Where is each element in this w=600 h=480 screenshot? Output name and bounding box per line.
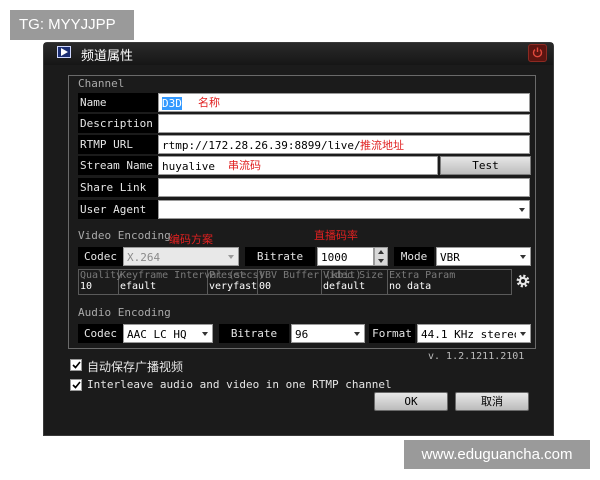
video-encoding-section-title: Video Encoding (78, 229, 171, 242)
description-label: Description (78, 114, 158, 133)
param-value: no data (389, 281, 432, 292)
chevron-down-icon[interactable] (350, 325, 364, 342)
share-link-input[interactable] (158, 178, 530, 197)
watermark-site-badge: www.eduguancha.com (404, 440, 590, 469)
param-value: 10 (80, 281, 93, 292)
video-mode-value: VBR (440, 251, 460, 264)
channel-section-title: Channel (78, 77, 125, 90)
spin-down-icon[interactable] (375, 257, 387, 265)
param-preset[interactable]: Preset veryfast (208, 270, 258, 294)
param-value: 00 (259, 281, 272, 292)
description-input[interactable] (158, 114, 530, 133)
video-encoding-annotation: 编码方案 (169, 233, 213, 246)
audio-format-dropdown[interactable]: 44.1 KHz stereo (417, 324, 531, 343)
autosave-label: 自动保存广播视频 (87, 360, 184, 374)
power-close-icon[interactable] (528, 44, 547, 62)
audio-bitrate-dropdown[interactable]: 96 (291, 324, 365, 343)
interleave-checkbox[interactable] (70, 379, 82, 391)
video-params-grid[interactable]: Quality 10 Keyframe Interval (secs) efau… (78, 269, 512, 295)
ok-button[interactable]: OK (374, 392, 448, 411)
stream-name-annotation: 串流码 (228, 159, 261, 172)
window-title: 频道属性 (81, 49, 134, 64)
video-codec-dropdown[interactable]: X.264 (123, 247, 239, 266)
audio-codec-dropdown[interactable]: AAC LC HQ (123, 324, 213, 343)
chevron-down-icon[interactable] (516, 325, 530, 342)
rtmp-url-input[interactable]: rtmp://172.28.26.39:8899/live/ (158, 135, 530, 154)
param-value: veryfast (209, 281, 258, 292)
video-bitrate-input[interactable]: 1000 (317, 247, 374, 266)
param-header: Quality (80, 270, 123, 281)
bitrate-annotation: 直播码率 (314, 229, 358, 242)
param-header: Extra Param (389, 270, 456, 281)
audio-format-value: 44.1 KHz stereo (421, 328, 521, 341)
chevron-down-icon[interactable] (224, 248, 238, 265)
param-vbv-buffer[interactable]: VBV Buffer (kbit) 00 (258, 270, 361, 294)
stream-name-label: Stream Name (78, 156, 158, 175)
cancel-button[interactable]: 取消 (455, 392, 529, 411)
autosave-checkbox[interactable] (70, 359, 82, 371)
app-icon (57, 46, 71, 58)
user-agent-dropdown[interactable] (158, 200, 530, 219)
param-header: Video Size (323, 270, 384, 281)
video-codec-label: Codec (78, 247, 123, 266)
gear-icon[interactable] (513, 269, 533, 293)
param-video-size[interactable]: Video Size default (322, 270, 388, 294)
title-bar: 频道属性 (44, 43, 553, 65)
spin-up-icon[interactable] (375, 248, 387, 256)
audio-encoding-section-title: Audio Encoding (78, 306, 171, 319)
stream-name-input[interactable]: huyalive (158, 156, 438, 175)
share-link-label: Share Link (78, 178, 158, 197)
audio-codec-label: Codec (78, 324, 123, 343)
name-annotation: 名称 (198, 96, 220, 109)
audio-codec-value: AAC LC HQ (127, 328, 187, 341)
param-header: Preset (209, 270, 246, 281)
chevron-down-icon[interactable] (516, 248, 530, 265)
version-label: v. 1.2.1211.2101 (428, 351, 525, 362)
test-bandwidth-button[interactable]: Test bandwidth (440, 156, 531, 189)
name-input-value: D3D (162, 97, 182, 110)
rtmp-url-annotation: 推流地址 (360, 139, 404, 152)
name-label: Name (78, 93, 158, 112)
video-bitrate-label: Bitrate (245, 247, 315, 266)
watermark-tg-badge: TG: MYYJJPP (10, 10, 134, 40)
param-value: efault (120, 281, 157, 292)
bitrate-spinner[interactable] (374, 247, 388, 266)
param-extra[interactable]: Extra Param no data (388, 270, 511, 294)
video-mode-label: Mode (394, 247, 434, 266)
audio-bitrate-value: 96 (295, 328, 309, 341)
param-value: default (323, 281, 366, 292)
chevron-down-icon[interactable] (515, 201, 529, 218)
video-mode-dropdown[interactable]: VBR (436, 247, 531, 266)
interleave-label: Interleave audio and video in one RTMP c… (87, 378, 392, 391)
user-agent-label: User Agent (78, 200, 158, 219)
rtmp-url-label: RTMP URL (78, 135, 158, 154)
audio-format-label: Format (369, 324, 415, 343)
channel-properties-dialog: 频道属性 Channel Name D3D 名称 Description RTM… (43, 42, 554, 436)
settings-panel: Channel Name D3D 名称 Description RTMP URL… (68, 75, 536, 349)
param-keyframe[interactable]: Keyframe Interval (secs) efault (119, 270, 265, 294)
audio-bitrate-label: Bitrate (219, 324, 289, 343)
chevron-down-icon[interactable] (198, 325, 212, 342)
param-quality[interactable]: Quality 10 (79, 270, 123, 294)
video-codec-value: X.264 (127, 251, 161, 264)
